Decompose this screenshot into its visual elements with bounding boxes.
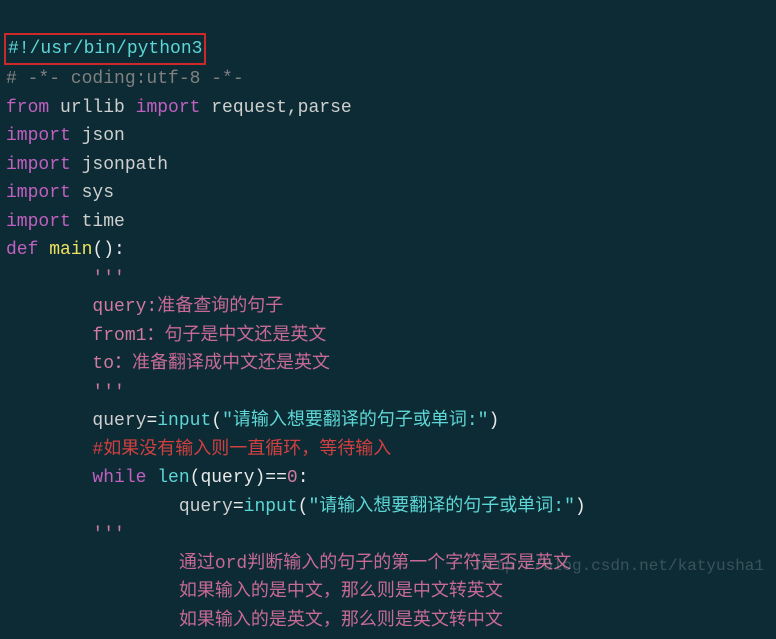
docstring-close: '''	[6, 383, 125, 403]
string-prompt-2: "请输入想要翻译的句子或单词:"	[308, 497, 574, 517]
doc2-line2: 如果输入的是中文，那么则是中文转英文	[179, 582, 503, 602]
kw-def: def	[6, 240, 38, 260]
kw-import-sys: import	[6, 183, 71, 203]
builtin-input-2: input	[244, 497, 298, 517]
len-arg: (query)	[190, 468, 266, 488]
colon-while: :	[298, 468, 309, 488]
kw-import-json: import	[6, 126, 71, 146]
kw-import: import	[136, 98, 201, 118]
doc2-line3: 如果输入的是英文，那么则是英文转中文	[179, 611, 503, 631]
lparen-2: (	[298, 497, 309, 517]
eq-2: =	[233, 497, 244, 517]
rparen-1: )	[488, 411, 499, 431]
mod-json: json	[71, 126, 125, 146]
var-query-2: query	[6, 497, 233, 517]
doc-from1-text: 句子是中文还是英文	[164, 326, 326, 346]
mod-time: time	[71, 212, 125, 232]
lparen-1: (	[211, 411, 222, 431]
paren-colon: ():	[92, 240, 124, 260]
builtin-input-1: input	[157, 411, 211, 431]
num-zero: 0	[287, 468, 298, 488]
doc-to-key: to：	[6, 354, 132, 374]
mod-sys: sys	[71, 183, 114, 203]
mod-urllib: urllib	[49, 98, 135, 118]
watermark: http://blog.csdn.net/katyusha1	[476, 552, 764, 581]
doc-query-key: query:	[6, 297, 157, 317]
kw-from: from	[6, 98, 49, 118]
doc-to-text: 准备翻译成中文还是英文	[132, 354, 330, 374]
comment-wait-input: #如果没有输入则一直循环，等待输入	[6, 440, 391, 460]
doc-query-text: 准备查询的句子	[157, 297, 283, 317]
encoding-comment: # -*- coding:utf-8 -*-	[6, 69, 244, 89]
docstring2-open: '''	[6, 525, 125, 545]
rparen-2: )	[575, 497, 586, 517]
eqeq: ==	[265, 468, 287, 488]
imports-request-parse: request,parse	[200, 98, 351, 118]
indent-20	[6, 582, 179, 602]
func-main: main	[49, 240, 92, 260]
mod-jsonpath: jsonpath	[71, 155, 168, 175]
shebang-highlight: #!/usr/bin/python3	[4, 33, 206, 66]
eq-1: =	[146, 411, 157, 431]
var-query: query	[6, 411, 146, 431]
shebang-line: #!/usr/bin/python3	[8, 39, 202, 59]
string-prompt-1: "请输入想要翻译的句子或单词:"	[222, 411, 488, 431]
kw-import-time: import	[6, 212, 71, 232]
doc-from1-key: from1：	[6, 326, 164, 346]
indent-21	[6, 611, 179, 631]
code-editor: #!/usr/bin/python3 # -*- coding:utf-8 -*…	[0, 0, 776, 639]
docstring-open: '''	[6, 269, 125, 289]
indent-19	[6, 554, 179, 574]
builtin-len: len	[157, 468, 189, 488]
kw-import-jsonpath: import	[6, 155, 71, 175]
kw-while: while	[6, 468, 146, 488]
